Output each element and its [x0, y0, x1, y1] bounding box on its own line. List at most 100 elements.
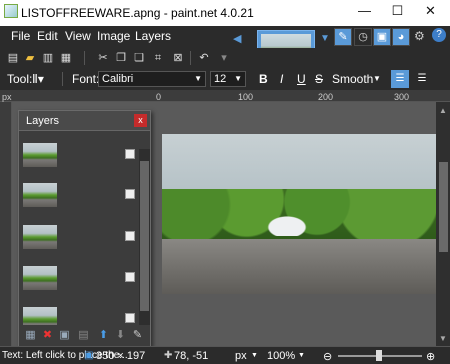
copy-icon[interactable]: ❐ [113, 50, 129, 66]
underline-button[interactable]: U [297, 72, 306, 86]
status-bar: Text: Left click to place the... ▣ 350 ×… [0, 346, 450, 364]
save-icon[interactable]: ▥ [40, 50, 56, 66]
font-value: Calibri [102, 73, 134, 85]
magic-wand-icon[interactable]: ✎ [334, 28, 352, 46]
ruler-tick: 200 [318, 92, 334, 102]
layer-row[interactable] [23, 225, 137, 251]
paste-icon[interactable]: ❏ [131, 50, 147, 66]
help-icon[interactable]: ? [432, 28, 446, 42]
colors-window-icon[interactable]: ◕ [392, 28, 410, 46]
strip-dropdown-icon[interactable]: ▼ [320, 33, 330, 44]
ruler-tick: 100 [238, 92, 254, 102]
font-size-value: 12 [214, 73, 227, 85]
menu-edit[interactable]: Edit [37, 29, 58, 43]
car-image [264, 214, 310, 236]
menu-view[interactable]: View [65, 29, 91, 43]
layer-row[interactable] [23, 143, 137, 169]
chevron-down-icon: ▼ [234, 74, 242, 83]
zoom-slider-thumb[interactable] [376, 350, 382, 361]
cursor-position-icon: ✚ [164, 350, 173, 361]
open-icon[interactable]: ▰ [22, 50, 38, 66]
menu-layers[interactable]: Layers [135, 29, 171, 43]
new-icon[interactable]: ▤ [5, 50, 21, 66]
font-size-select[interactable]: 12 ▼ [210, 71, 246, 87]
layer-visibility-checkbox[interactable] [125, 272, 135, 282]
add-layer-icon[interactable]: ▦ [24, 329, 37, 342]
layers-scrollbar-thumb[interactable] [140, 161, 149, 311]
font-select[interactable]: Calibri ▼ [98, 71, 206, 87]
cut-icon[interactable]: ✂ [95, 50, 111, 66]
align-left-icon[interactable]: ☰ [391, 70, 409, 88]
app-icon [4, 4, 18, 18]
image-size-icon: ▣ [84, 350, 94, 361]
ruler-tick: 300 [394, 92, 410, 102]
cursor-position: 78, -51 [174, 350, 209, 362]
crop-icon[interactable]: ⌗ [150, 50, 166, 66]
tool-label: Tool: [7, 72, 33, 86]
main-toolbar: ▤ ▰ ▥ ▦ ✂ ❐ ❏ ⌗ ⊠ ↶ ▾ [0, 48, 450, 68]
align-center-icon[interactable]: ☰ [413, 70, 431, 88]
font-label: Font: [72, 72, 100, 86]
zoom-in-icon[interactable]: ⊕ [426, 350, 435, 363]
title-bar: LISTOFFREEWARE.apng - paint.net 4.0.21 —… [0, 0, 450, 26]
layer-row[interactable] [23, 307, 137, 325]
layer-visibility-checkbox[interactable] [125, 149, 135, 159]
move-layer-up-icon[interactable]: ⬆ [97, 329, 110, 342]
scrollbar-thumb[interactable] [439, 162, 448, 252]
horizontal-ruler: px 0 100 200 300 [0, 90, 450, 102]
image-size: 350 × 197 [96, 350, 146, 362]
menu-image[interactable]: Image [97, 29, 130, 43]
canvas-image[interactable] [162, 134, 444, 294]
zoom-level[interactable]: 100% [267, 350, 295, 362]
layers-window-icon[interactable]: ▣ [373, 28, 391, 46]
layer-row[interactable] [23, 266, 137, 292]
maximize-button[interactable]: ☐ [381, 0, 414, 22]
delete-layer-icon[interactable]: ✖ [41, 329, 54, 342]
units-select[interactable]: px [235, 350, 247, 362]
layer-properties-icon[interactable]: ✎ [131, 329, 144, 342]
layers-panel: Layers x ▦ ✖ ▣ ▤ ⬆ ⬇ ✎ [18, 110, 151, 347]
chevron-down-icon[interactable]: ▼ [298, 352, 305, 359]
duplicate-layer-icon[interactable]: ▣ [58, 329, 71, 342]
layer-visibility-checkbox[interactable] [125, 189, 135, 199]
antialiasing-select[interactable]: Smooth [332, 72, 373, 86]
layer-row[interactable] [23, 183, 137, 209]
zoom-out-icon[interactable]: ⊖ [323, 350, 332, 363]
layers-panel-header[interactable]: Layers x [19, 111, 150, 131]
layer-thumbnail [23, 266, 57, 290]
settings-icon[interactable]: ⚙ [414, 29, 425, 43]
layers-scrollbar[interactable] [139, 149, 150, 329]
chevron-down-icon: ▼ [194, 74, 202, 83]
window-title: LISTOFFREEWARE.apng - paint.net 4.0.21 [21, 6, 254, 20]
scroll-down-icon[interactable]: ▼ [439, 334, 447, 343]
bold-button[interactable]: B [259, 72, 268, 86]
italic-button[interactable]: I [280, 72, 283, 86]
scroll-up-icon[interactable]: ▲ [439, 106, 447, 115]
print-icon[interactable]: ▦ [58, 50, 74, 66]
undo-icon[interactable]: ↶ [196, 50, 212, 66]
layer-thumbnail [23, 307, 57, 325]
merge-layer-icon[interactable]: ▤ [77, 329, 90, 342]
chevron-down-icon[interactable]: ▼ [373, 74, 381, 83]
layer-thumbnail [23, 143, 57, 167]
strip-left-arrow-icon[interactable]: ◀ [233, 32, 241, 45]
layers-footer: ▦ ✖ ▣ ▤ ⬆ ⬇ ✎ [19, 325, 150, 347]
layer-thumbnail [23, 183, 57, 207]
layers-close-button[interactable]: x [134, 114, 147, 127]
redo-icon[interactable]: ▾ [216, 50, 232, 66]
vertical-ruler [0, 102, 12, 346]
close-button[interactable]: ✕ [414, 0, 447, 22]
history-icon[interactable]: ◷ [354, 28, 372, 46]
minimize-button[interactable]: — [348, 0, 381, 22]
chevron-down-icon[interactable]: ▼ [251, 352, 258, 359]
layer-visibility-checkbox[interactable] [125, 313, 135, 323]
layers-panel-title: Layers [26, 115, 60, 127]
move-layer-down-icon[interactable]: ⬇ [114, 329, 127, 342]
vertical-scrollbar[interactable]: ▲ ▼ [436, 102, 450, 346]
strikethrough-button[interactable]: S [315, 72, 323, 86]
menu-file[interactable]: File [11, 29, 30, 43]
ruler-tick: 0 [156, 92, 162, 102]
deselect-icon[interactable]: ⊠ [170, 50, 186, 66]
text-tool-icon[interactable]: Ⅱ▾ [32, 71, 54, 87]
layer-visibility-checkbox[interactable] [125, 231, 135, 241]
